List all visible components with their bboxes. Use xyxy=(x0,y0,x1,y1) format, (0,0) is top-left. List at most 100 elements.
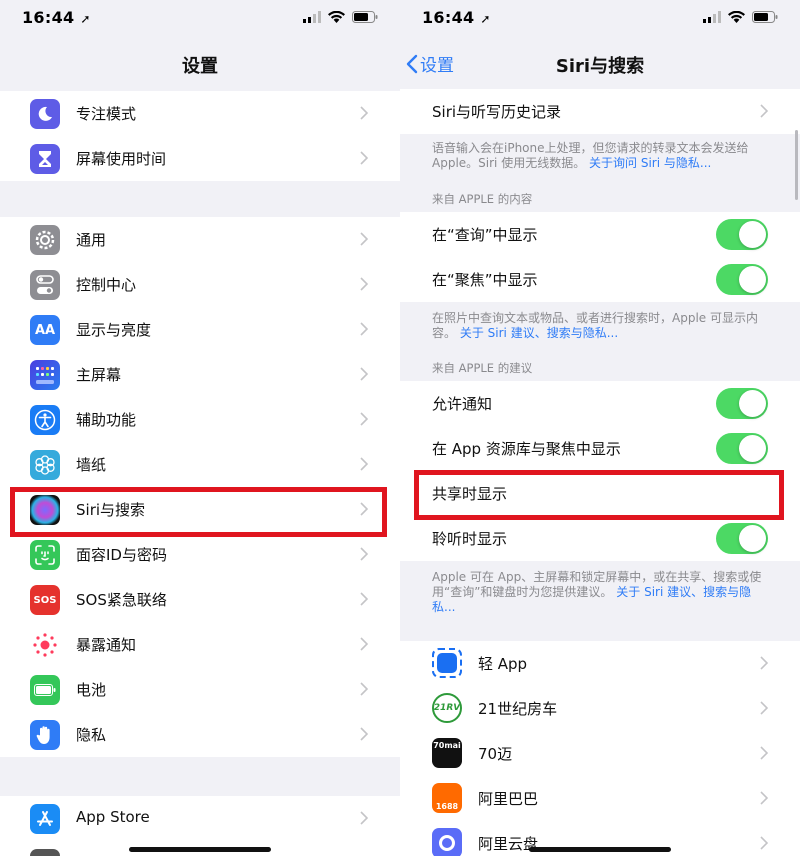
faceid-icon xyxy=(30,540,60,570)
toggles-icon xyxy=(30,270,60,300)
settings-item-label: SOS紧急联络 xyxy=(76,591,167,609)
wallet-icon xyxy=(30,849,60,856)
row-label: 在“聚焦”中显示 xyxy=(432,271,538,289)
app-row[interactable]: 70mai 70迈 xyxy=(400,731,800,776)
page-title: 设置 xyxy=(182,56,218,77)
chevron-right-icon xyxy=(360,106,368,120)
nav-bar: 设置 Siri与搜索 xyxy=(400,44,800,84)
scrollbar[interactable] xyxy=(795,130,798,200)
section-header: 来自 APPLE 的建议 xyxy=(432,361,533,375)
settings-item-face-id[interactable]: 面容ID与密码 xyxy=(0,532,400,577)
show-in-lookup-toggle[interactable] xyxy=(716,219,768,250)
siri-history-row[interactable]: Siri与听写历史记录 xyxy=(400,89,800,134)
settings-pane: 16:44 ➚ 设置 专注模式 屏幕使用时间 通用 控制中心 AA 显示与亮度 xyxy=(0,0,400,856)
settings-item-label: 电池 xyxy=(76,681,107,699)
settings-item-home-screen[interactable]: 主屏幕 xyxy=(0,352,400,397)
row-label: 聆听时显示 xyxy=(432,530,508,548)
settings-item-label: 通用 xyxy=(76,231,107,249)
app-store-icon xyxy=(30,804,60,834)
settings-item-label: 控制中心 xyxy=(76,276,137,294)
chevron-right-icon xyxy=(760,791,768,805)
accessibility-icon xyxy=(30,405,60,435)
settings-item-emergency-sos[interactable]: SOS SOS紧急联络 xyxy=(0,577,400,622)
70mai-icon: 70mai xyxy=(432,738,462,768)
siri-search-pane: 16:44 ➚ 设置 Siri与搜索 Siri与听写历史记录 语音输入会在iPh… xyxy=(400,0,800,856)
hand-icon xyxy=(30,720,60,750)
settings-item-label: 专注模式 xyxy=(76,105,137,123)
chevron-right-icon xyxy=(360,811,368,825)
exposure-icon xyxy=(30,630,60,660)
show-in-spotlight-toggle[interactable] xyxy=(716,264,768,295)
settings-item-privacy[interactable]: 隐私 xyxy=(0,712,400,757)
siri-privacy-link[interactable]: 关于询问 Siri 与隐私... xyxy=(589,156,711,170)
section-header: 来自 APPLE 的内容 xyxy=(432,192,533,206)
chevron-right-icon xyxy=(760,701,768,715)
settings-item-accessibility[interactable]: 辅助功能 xyxy=(0,397,400,442)
show-in-library-toggle[interactable] xyxy=(716,433,768,464)
settings-item-general[interactable]: 通用 xyxy=(0,217,400,262)
show-in-library-row: 在 App 资源库与聚焦中显示 xyxy=(400,426,800,471)
app-label: 21世纪房车 xyxy=(478,700,558,718)
chevron-right-icon xyxy=(360,151,368,165)
status-bar: 16:44 ➚ xyxy=(0,0,400,38)
chevron-right-icon xyxy=(760,104,768,118)
home-grid-icon xyxy=(30,360,60,390)
location-icon: ➚ xyxy=(80,12,91,26)
settings-item-exposure[interactable]: 暴露通知 xyxy=(0,622,400,667)
row-label: 在 App 资源库与聚焦中显示 xyxy=(432,440,621,458)
chevron-right-icon xyxy=(360,727,368,741)
settings-item-focus[interactable]: 专注模式 xyxy=(0,91,400,136)
battery-icon xyxy=(30,675,60,705)
moon-icon xyxy=(30,99,60,129)
light-app-icon xyxy=(432,648,462,678)
app-label: 阿里巴巴 xyxy=(478,790,539,808)
row-label: Siri与听写历史记录 xyxy=(432,103,562,121)
battery-status-icon xyxy=(352,11,378,23)
settings-item-wallpaper[interactable]: 墙纸 xyxy=(0,442,400,487)
settings-item-app-store[interactable]: App Store xyxy=(0,796,400,841)
highlight-box xyxy=(10,487,387,537)
settings-item-label: 面容ID与密码 xyxy=(76,546,167,564)
siri-suggestions-link[interactable]: 关于 Siri 建议、搜索与隐私... xyxy=(460,326,618,340)
privacy-note: 语音输入会在iPhone上处理，但您请求的转录文本会发送给Apple。Siri … xyxy=(432,141,749,170)
chevron-right-icon xyxy=(360,322,368,336)
app-row[interactable]: 轻 App xyxy=(400,641,800,686)
settings-item-screen-time[interactable]: 屏幕使用时间 xyxy=(0,136,400,181)
chevron-right-icon xyxy=(760,836,768,850)
allow-notifications-toggle[interactable] xyxy=(716,388,768,419)
location-icon: ➚ xyxy=(480,12,491,26)
sos-icon: SOS xyxy=(30,585,60,615)
wifi-icon xyxy=(328,11,345,23)
signal-icon xyxy=(703,11,721,23)
show-when-listening-row: 聆听时显示 xyxy=(400,516,800,561)
app-row[interactable]: 1688 阿里巴巴 xyxy=(400,776,800,821)
settings-item-label: 辅助功能 xyxy=(76,411,137,429)
content-note: 在照片中查询文本或物品、或者进行搜索时，Apple 可显示内容。 关于 Siri… xyxy=(432,311,758,340)
aliyun-drive-icon xyxy=(432,828,462,856)
highlight-box xyxy=(414,470,784,520)
settings-item-label: App Store xyxy=(76,808,150,826)
status-time: 16:44 ➚ xyxy=(422,8,491,27)
settings-item-display[interactable]: AA 显示与亮度 xyxy=(0,307,400,352)
show-in-lookup-row: 在“查询”中显示 xyxy=(400,212,800,257)
page-title: Siri与搜索 xyxy=(555,56,645,77)
battery-status-icon xyxy=(752,11,778,23)
show-when-listening-toggle[interactable] xyxy=(716,523,768,554)
flower-icon xyxy=(30,450,60,480)
text-size-icon: AA xyxy=(30,315,60,345)
nav-bar: 设置 xyxy=(0,44,400,84)
settings-item-battery[interactable]: 电池 xyxy=(0,667,400,712)
status-time: 16:44 ➚ xyxy=(22,8,91,27)
show-in-spotlight-row: 在“聚焦”中显示 xyxy=(400,257,800,302)
home-indicator xyxy=(129,847,271,852)
app-row[interactable]: 21RV 21世纪房车 xyxy=(400,686,800,731)
status-bar: 16:44 ➚ xyxy=(400,0,800,38)
row-label: 在“查询”中显示 xyxy=(432,226,538,244)
app-label: 轻 App xyxy=(478,655,528,673)
chevron-right-icon xyxy=(760,656,768,670)
gear-icon xyxy=(30,225,60,255)
suggestions-note: Apple 可在 App、主屏幕和锁定屏幕中，或在共享、搜索或使用“查询”和键盘… xyxy=(432,570,762,614)
chevron-right-icon xyxy=(360,457,368,471)
settings-item-control-center[interactable]: 控制中心 xyxy=(0,262,400,307)
allow-notifications-row: 允许通知 xyxy=(400,381,800,426)
